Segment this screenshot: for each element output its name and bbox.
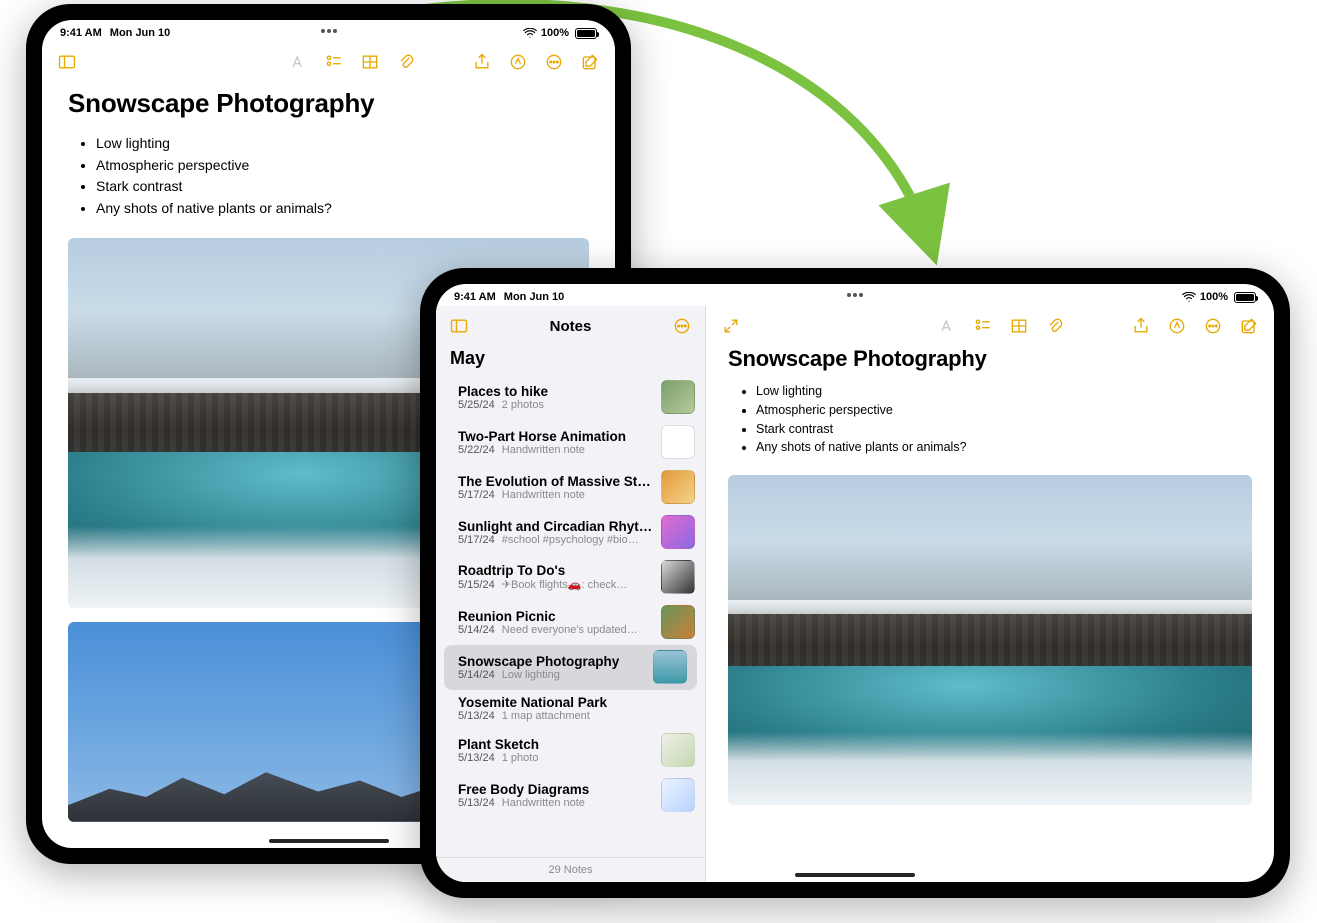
list-item[interactable]: The Evolution of Massive Star…5/17/24 Ha… (436, 465, 705, 510)
notes-sidebar: Notes May Places to hike5/25/24 2 photos… (436, 306, 706, 882)
more-icon[interactable] (1200, 313, 1226, 339)
list-item-title: Snowscape Photography (458, 654, 645, 669)
note-bullets: Low lighting Atmospheric perspective Sta… (68, 133, 589, 220)
wifi-icon (523, 28, 537, 38)
more-icon[interactable] (541, 49, 567, 75)
list-item-title: Places to hike (458, 384, 653, 399)
list-item-subtitle: 5/13/24 1 photo (458, 752, 653, 764)
list-item-title: Two-Part Horse Animation (458, 429, 653, 444)
list-item-subtitle: 5/15/24 ✈︎Book flights🚗: check… (458, 578, 653, 591)
note-photo-1[interactable] (728, 475, 1252, 805)
status-time: 9:41 AM (60, 27, 102, 39)
list-item-subtitle: 5/22/24 Handwritten note (458, 444, 653, 456)
list-item-subtitle: 5/17/24 #school #psychology #bio… (458, 534, 653, 546)
list-item-subtitle: 5/25/24 2 photos (458, 399, 653, 411)
list-item-title: Free Body Diagrams (458, 782, 653, 797)
list-item[interactable]: Two-Part Horse Animation5/22/24 Handwrit… (436, 420, 705, 465)
list-item-title: Reunion Picnic (458, 609, 653, 624)
list-item-title: Sunlight and Circadian Rhyth… (458, 519, 653, 534)
home-indicator[interactable] (269, 839, 389, 843)
checklist-icon[interactable] (970, 313, 996, 339)
attachment-icon[interactable] (393, 49, 419, 75)
battery-percent: 100% (1200, 291, 1228, 303)
table-icon[interactable] (357, 49, 383, 75)
text-format-icon[interactable] (285, 49, 311, 75)
list-item[interactable]: Roadtrip To Do's5/15/24 ✈︎Book flights🚗:… (436, 555, 705, 600)
list-item-thumb (661, 425, 695, 459)
note-bullets: Low lighting Atmospheric perspective Sta… (728, 382, 1252, 457)
list-item-subtitle: 5/13/24 1 map attachment (458, 710, 695, 722)
status-date: Mon Jun 10 (110, 27, 171, 39)
more-icon[interactable] (669, 313, 695, 339)
sidebar-title: Notes (472, 318, 669, 335)
table-icon[interactable] (1006, 313, 1032, 339)
markup-icon[interactable] (505, 49, 531, 75)
list-item[interactable]: Plant Sketch5/13/24 1 photo (436, 728, 705, 773)
list-item-subtitle: 5/14/24 Low lighting (458, 669, 645, 681)
list-item[interactable]: Sunlight and Circadian Rhyth…5/17/24 #sc… (436, 510, 705, 555)
markup-icon[interactable] (1164, 313, 1190, 339)
sidebar-section: May (436, 346, 705, 375)
list-item-thumb (661, 778, 695, 812)
multitask-dots-icon[interactable] (320, 24, 338, 36)
ipad-landscape: 9:41 AM Mon Jun 10 100% Notes May Places… (420, 268, 1290, 898)
status-date: Mon Jun 10 (504, 291, 565, 303)
list-item-subtitle: 5/14/24 Need everyone's updated… (458, 624, 653, 636)
sidebar-footer: 29 Notes (436, 857, 705, 882)
share-icon[interactable] (469, 49, 495, 75)
status-bar: 9:41 AM Mon Jun 10 100% (436, 284, 1274, 306)
compose-icon[interactable] (577, 49, 603, 75)
text-format-icon[interactable] (934, 313, 960, 339)
status-time: 9:41 AM (454, 291, 496, 303)
share-icon[interactable] (1128, 313, 1154, 339)
list-item-title: Roadtrip To Do's (458, 563, 653, 578)
list-item-title: Yosemite National Park (458, 695, 695, 710)
battery-icon (1234, 292, 1256, 303)
list-item-thumb (653, 650, 687, 684)
list-item-thumb (661, 605, 695, 639)
sidebar-toggle-icon[interactable] (54, 49, 80, 75)
status-bar: 9:41 AM Mon Jun 10 100% (42, 20, 615, 42)
note-title: Snowscape Photography (68, 88, 589, 119)
home-indicator[interactable] (795, 873, 915, 877)
list-item[interactable]: Reunion Picnic5/14/24 Need everyone's up… (436, 600, 705, 645)
list-item[interactable]: Yosemite National Park5/13/24 1 map atta… (436, 690, 705, 728)
sidebar-toggle-icon[interactable] (446, 313, 472, 339)
wifi-icon (1182, 292, 1196, 302)
list-item-thumb (661, 470, 695, 504)
note-detail: Snowscape Photography Low lighting Atmos… (706, 306, 1274, 882)
note-title: Snowscape Photography (728, 346, 1252, 372)
list-item-subtitle: 5/17/24 Handwritten note (458, 489, 653, 501)
multitask-dots-icon[interactable] (846, 288, 864, 300)
list-item[interactable]: Places to hike5/25/24 2 photos (436, 375, 705, 420)
list-item-title: Plant Sketch (458, 737, 653, 752)
checklist-icon[interactable] (321, 49, 347, 75)
list-item-thumb (661, 560, 695, 594)
list-item-thumb (661, 733, 695, 767)
note-toolbar (42, 42, 615, 82)
list-item-thumb (661, 380, 695, 414)
list-item-title: The Evolution of Massive Star… (458, 474, 653, 489)
compose-icon[interactable] (1236, 313, 1262, 339)
list-item[interactable]: Snowscape Photography5/14/24 Low lightin… (444, 645, 697, 690)
list-item-subtitle: 5/13/24 Handwritten note (458, 797, 653, 809)
list-item[interactable]: Free Body Diagrams5/13/24 Handwritten no… (436, 773, 705, 818)
attachment-icon[interactable] (1042, 313, 1068, 339)
expand-icon[interactable] (718, 313, 744, 339)
battery-icon (575, 28, 597, 39)
list-item-thumb (661, 515, 695, 549)
battery-percent: 100% (541, 27, 569, 39)
